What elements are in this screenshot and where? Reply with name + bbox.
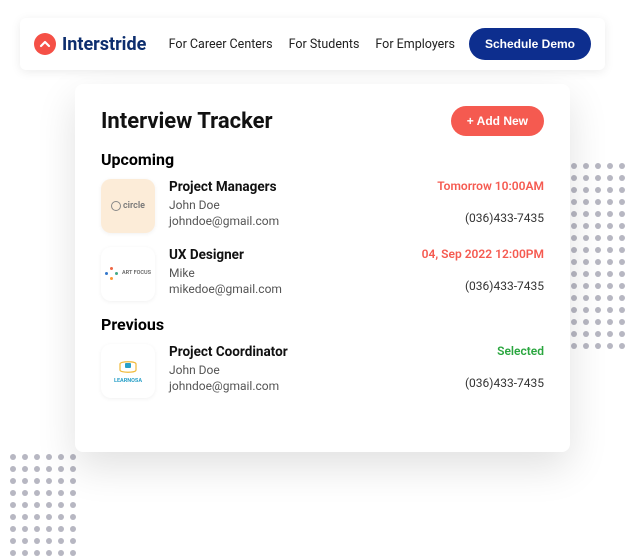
- decorative-dots-left: [10, 454, 76, 556]
- item-time: Tomorrow 10:00AM: [437, 179, 544, 193]
- nav-links: For Career Centers For Students For Empl…: [169, 37, 455, 52]
- section-previous-title: Previous: [101, 315, 544, 334]
- nav-career-centers[interactable]: For Career Centers: [169, 37, 273, 52]
- item-contact: John Doe: [169, 363, 451, 377]
- nav-students[interactable]: For Students: [289, 37, 360, 52]
- schedule-demo-button[interactable]: Schedule Demo: [469, 28, 591, 60]
- brand[interactable]: Interstride: [34, 33, 146, 55]
- company-logo-circle: circle: [101, 179, 155, 233]
- add-new-button[interactable]: + Add New: [451, 106, 544, 136]
- company-logo-learnosa: LEARNOSA: [101, 344, 155, 398]
- brand-name: Interstride: [62, 34, 146, 55]
- item-status: Selected: [465, 344, 544, 358]
- list-item[interactable]: ART FOCUS UX Designer Mike mikedoe@gmail…: [101, 247, 544, 301]
- nav-employers[interactable]: For Employers: [375, 37, 455, 52]
- page-title: Interview Tracker: [101, 109, 273, 134]
- item-role: Project Coordinator: [169, 344, 451, 360]
- company-logo-artfocus: ART FOCUS: [101, 247, 155, 301]
- list-item[interactable]: circle Project Managers John Doe johndoe…: [101, 179, 544, 233]
- item-contact: John Doe: [169, 198, 423, 212]
- item-role: Project Managers: [169, 179, 423, 195]
- brand-logo-icon: [34, 33, 56, 55]
- list-item[interactable]: LEARNOSA Project Coordinator John Doe jo…: [101, 344, 544, 398]
- interview-tracker-card: Interview Tracker + Add New Upcoming cir…: [75, 84, 570, 452]
- item-time: 04, Sep 2022 12:00PM: [422, 247, 544, 261]
- item-contact: Mike: [169, 266, 408, 280]
- item-phone: (036)433-7435: [465, 376, 544, 390]
- item-phone: (036)433-7435: [422, 279, 544, 293]
- item-email: mikedoe@gmail.com: [169, 282, 408, 296]
- top-navbar: Interstride For Career Centers For Stude…: [20, 18, 605, 70]
- item-email: johndoe@gmail.com: [169, 379, 451, 393]
- item-email: johndoe@gmail.com: [169, 214, 423, 228]
- section-upcoming-title: Upcoming: [101, 150, 544, 169]
- item-role: UX Designer: [169, 247, 408, 263]
- item-phone: (036)433-7435: [437, 211, 544, 225]
